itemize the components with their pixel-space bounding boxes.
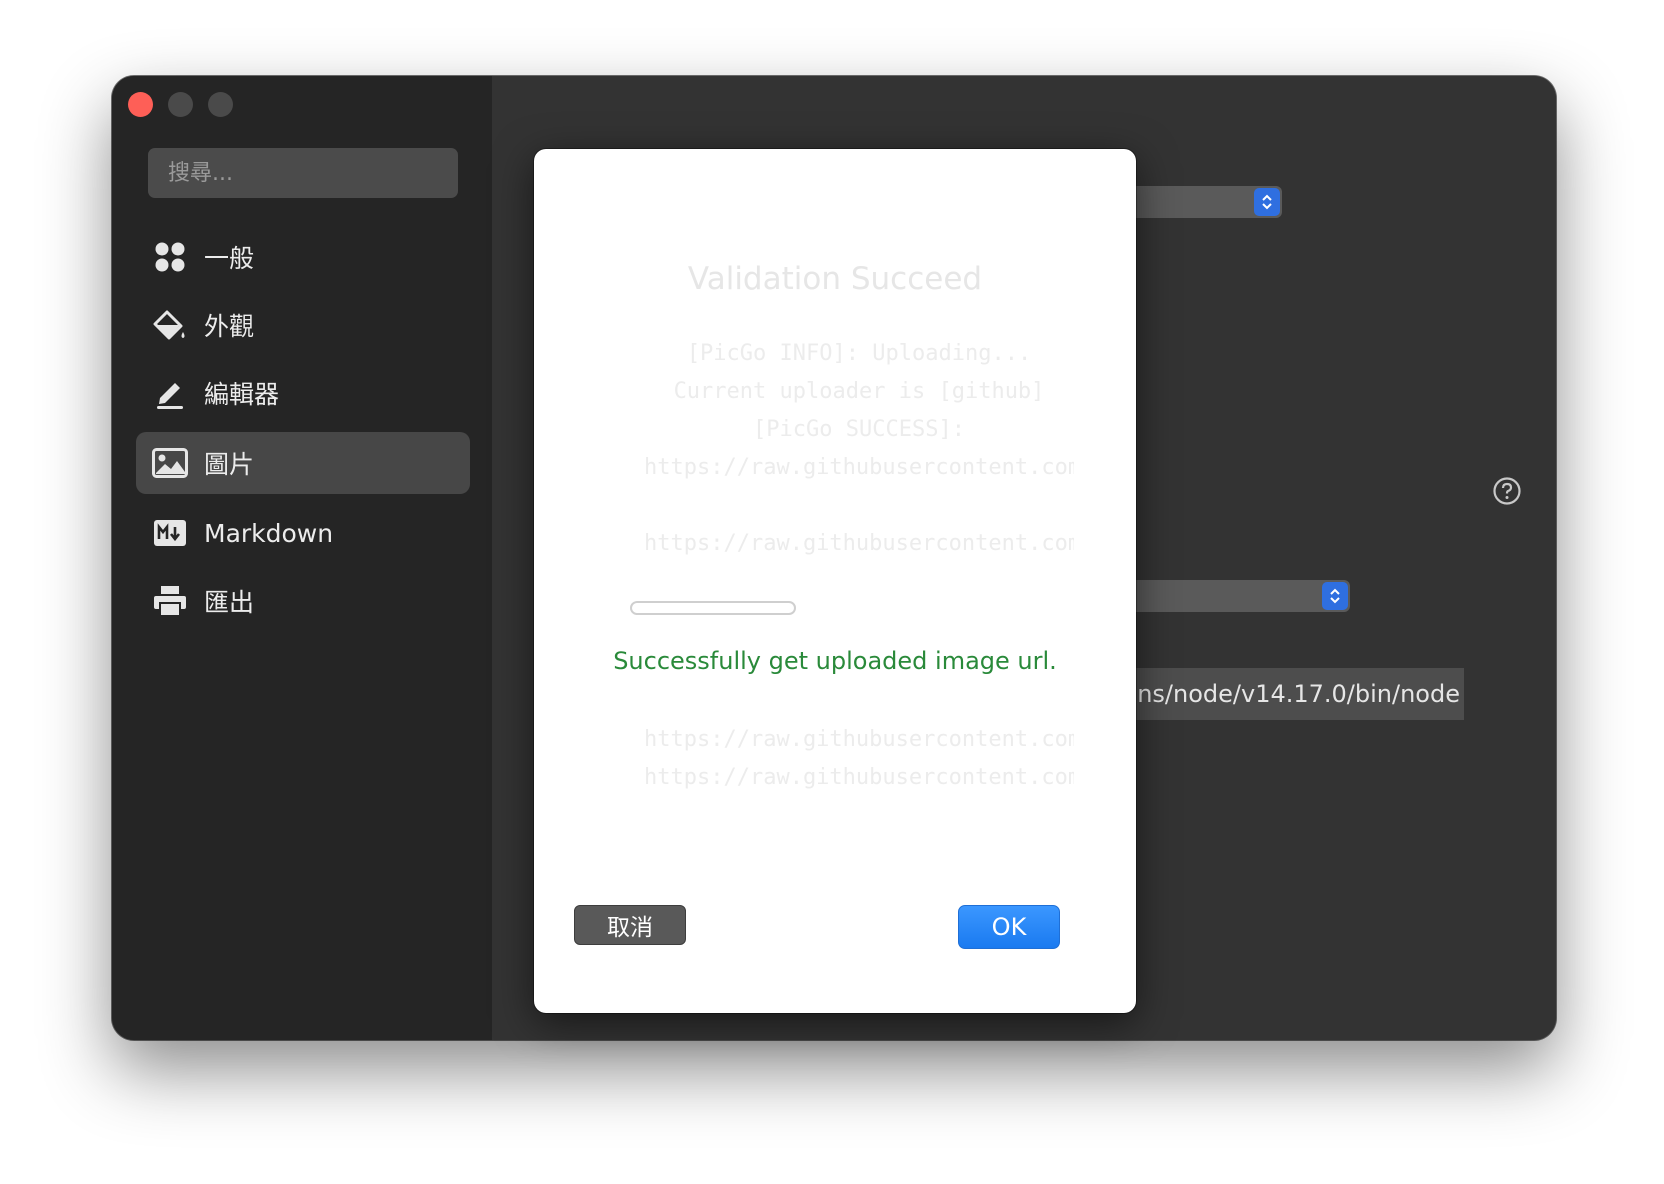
dialog-title: Validation Succeed (687, 261, 983, 297)
log-line: https://raw.githubusercontent.com (644, 727, 1074, 752)
window-close-button[interactable] (128, 92, 153, 117)
progress-bar (630, 601, 796, 615)
printer-icon (152, 583, 188, 619)
select-chevron-icon (1254, 188, 1280, 216)
markdown-icon (152, 515, 188, 551)
help-icon[interactable] (1492, 476, 1522, 506)
success-message: Successfully get uploaded image url. (613, 647, 1057, 675)
ok-button[interactable]: OK (958, 905, 1060, 949)
pencil-icon (152, 375, 188, 411)
sidebar-item-editor[interactable]: 編輯器 (136, 362, 470, 424)
sidebar-item-image[interactable]: 圖片 (136, 432, 470, 494)
sidebar-item-label: Markdown (204, 518, 334, 548)
sidebar-item-export[interactable]: 匯出 (136, 570, 470, 632)
sidebar-item-label: 編輯器 (204, 380, 280, 409)
sidebar-item-label: 外觀 (204, 312, 255, 341)
log-line: [PicGo SUCCESS]: (753, 417, 965, 442)
sidebar-item-general[interactable]: 一般 (136, 226, 470, 288)
node-path-value: /Users/.nvm/versions/node/v14.17.0/bin/n… (1122, 680, 1460, 708)
log-line: [PicGo INFO]: Uploading... (686, 341, 1032, 366)
search-input[interactable] (148, 148, 458, 198)
sidebar-item-markdown[interactable]: Markdown (136, 502, 470, 564)
validation-dialog: Validation Succeed [PicGo INFO]: Uploadi… (534, 149, 1136, 1013)
image-icon (152, 445, 188, 481)
log-line: https://raw.githubusercontent.com (644, 765, 1074, 790)
sidebar-item-label: 一般 (204, 244, 255, 273)
sidebar-item-appearance[interactable]: 外觀 (136, 294, 470, 356)
sidebar-item-label: 匯出 (204, 588, 255, 617)
sidebar-item-label: 圖片 (204, 450, 255, 479)
node-path-field[interactable]: /Users/.nvm/versions/node/v14.17.0/bin/n… (1122, 668, 1464, 720)
window-minimize-button[interactable] (168, 92, 193, 117)
log-line: https://raw.githubusercontent.com (644, 455, 1074, 480)
general-grid-icon (152, 239, 188, 275)
cancel-button[interactable]: 取消 (574, 905, 686, 945)
log-line: https://raw.githubusercontent.com (644, 531, 1074, 556)
window-zoom-button[interactable] (208, 92, 233, 117)
sidebar: 一般 外觀 編輯器 (112, 76, 492, 1040)
select-chevron-icon (1322, 582, 1348, 610)
paint-bucket-icon (152, 307, 188, 343)
log-line: Current uploader is [github] (673, 379, 1045, 404)
